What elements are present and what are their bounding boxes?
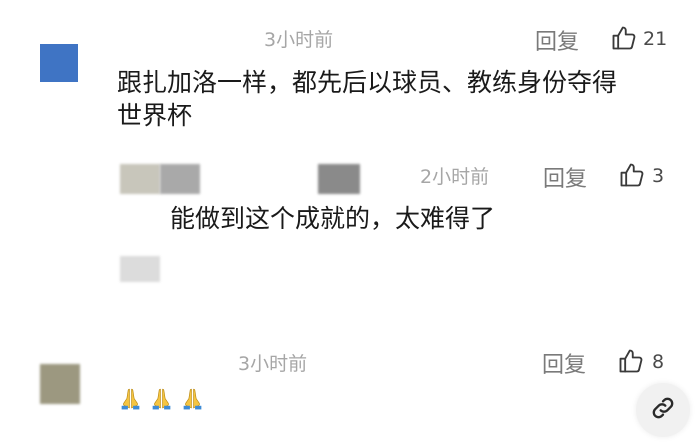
link-icon [649,394,677,426]
emoji-row [118,386,211,415]
masked-username [318,164,360,194]
masked-content [120,256,160,282]
like-count: 8 [652,351,665,373]
comment-text-line: 世界杯 [117,101,193,130]
avatar[interactable] [40,44,78,82]
comment-item: 3小时前 回复 21 跟扎加洛一样，都先后以球员、教练身份夺得 世界杯 [0,0,700,150]
masked-username [160,164,200,194]
folded-hands-icon [149,386,174,411]
comment-text: 跟扎加洛一样，都先后以球员、教练身份夺得 世界杯 [117,66,617,132]
thumbs-up-icon[interactable] [618,161,646,189]
like-count: 3 [652,165,665,187]
comment-text: 能做到这个成就的，太难得了 [170,204,496,233]
comment-time: 3小时前 [238,353,308,375]
share-link-button[interactable] [636,383,690,437]
thumbs-up-icon[interactable] [610,24,638,52]
comment-text-line: 跟扎加洛一样，都先后以球员、教练身份夺得 [117,68,618,97]
like-count: 21 [643,28,668,50]
comment-time: 3小时前 [264,29,334,51]
folded-hands-icon [118,386,143,411]
folded-hands-icon [180,386,205,411]
avatar[interactable] [40,364,80,404]
reply-item: 2小时前 回复 3 能做到这个成就的，太难得了 [0,150,700,300]
thumbs-up-icon[interactable] [617,347,645,375]
masked-username [120,164,160,194]
reply-button[interactable]: 回复 [542,347,586,379]
reply-button[interactable]: 回复 [543,161,587,193]
comment-item: 3小时前 回复 8 [0,330,700,443]
reply-button[interactable]: 回复 [535,24,579,56]
comment-time: 2小时前 [420,166,490,188]
